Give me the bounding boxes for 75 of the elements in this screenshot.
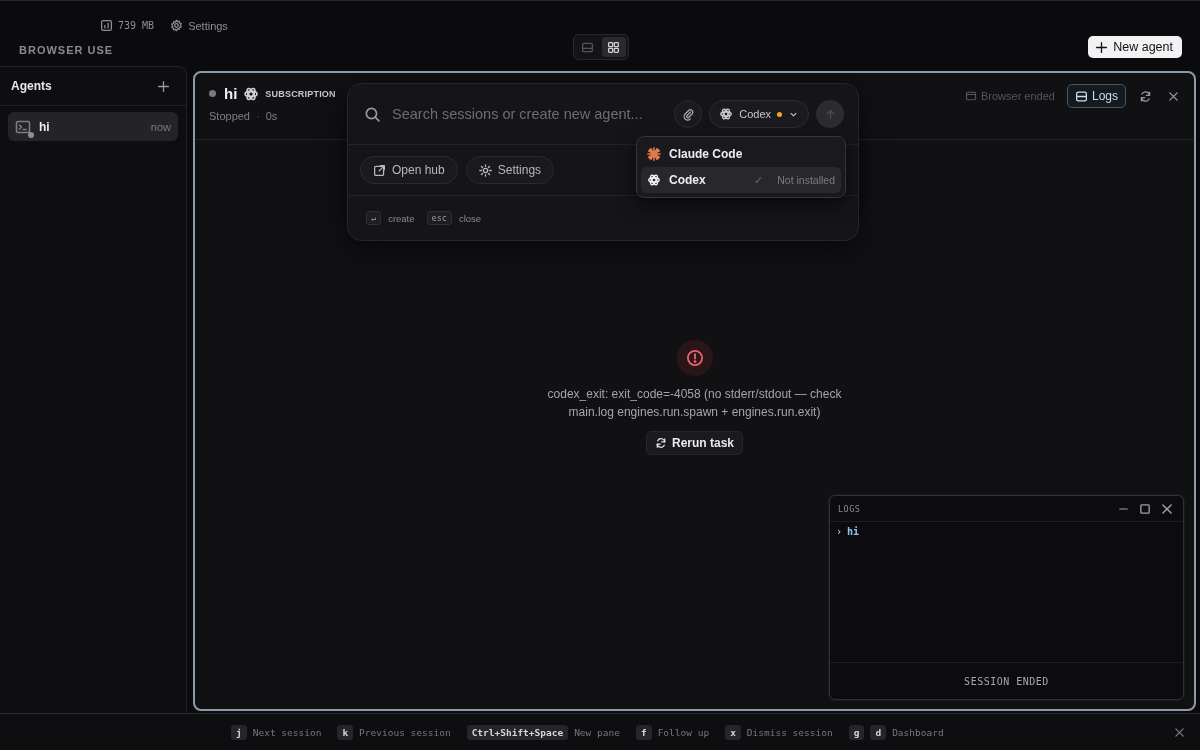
action-button[interactable]: Open hub (360, 156, 458, 184)
rows-icon (1074, 89, 1088, 103)
menu-item[interactable]: Claude Code (641, 141, 841, 167)
key-cap: d (870, 724, 887, 740)
action-button[interactable]: Settings (465, 156, 555, 184)
status-dot (209, 90, 216, 97)
alert-icon (685, 349, 704, 367)
error-message: codex_exit: exit_code=-4058 (no stderr/stdout — check main.log engines.run.spawn + engines.run.exit) (546, 386, 843, 421)
key-cap: k (337, 724, 354, 740)
close-icon (1172, 725, 1186, 739)
hint-label: create (388, 212, 415, 224)
agent-name: hi (39, 119, 51, 134)
hint-label: close (458, 212, 482, 224)
starburst-icon (647, 147, 661, 161)
minimize-icon (1118, 507, 1128, 510)
grid-icon (607, 40, 620, 54)
maximize-icon (1140, 503, 1150, 514)
separator-dot: · (256, 110, 260, 122)
paperclip-icon (681, 107, 695, 121)
shortcut-label: Previous session (359, 726, 451, 738)
key-hint: esc (426, 211, 452, 225)
knot-icon (719, 107, 734, 121)
attach-button[interactable] (674, 100, 703, 128)
key-cap: g (848, 724, 865, 740)
browser-status: Browser ended (964, 90, 1055, 102)
external-link-icon (373, 163, 386, 177)
engine-selector[interactable]: Codex (709, 100, 809, 128)
menu-item[interactable]: Codex ✓ Not installed (641, 167, 841, 193)
agent-time: now (150, 120, 171, 133)
memory-usage: 739 MB (118, 20, 155, 31)
settings-icon (478, 163, 492, 177)
close-icon (1166, 89, 1180, 103)
refresh-icon (1138, 89, 1152, 103)
logs-button[interactable]: Logs (1066, 84, 1126, 108)
knot-icon (647, 173, 661, 187)
refresh-icon (655, 437, 667, 449)
rerun-button[interactable]: Rerun task (646, 431, 743, 455)
shortcut-label: Next session (252, 726, 322, 738)
key-hint: ↵ (366, 211, 382, 225)
app-title: BROWSER USE (19, 43, 115, 56)
close-icon (1162, 503, 1172, 514)
layout-button[interactable] (601, 37, 626, 57)
chart-icon (100, 19, 113, 32)
plus-icon (156, 79, 170, 93)
shortcut-label: Dismiss session (746, 726, 833, 738)
settings-link[interactable]: Settings (170, 19, 228, 32)
shortcut-label: Dashboard (892, 726, 944, 738)
search-field[interactable]: Search sessions or create new agent... (390, 105, 668, 123)
check-mark: ✓ (754, 173, 764, 187)
agent-item[interactable]: hi now (8, 112, 178, 141)
plus-icon (1095, 40, 1109, 54)
terminal-icon (15, 118, 31, 135)
shortcut-label: New pane (574, 726, 620, 738)
session-ended-label: SESSION ENDED (830, 662, 1183, 699)
session-status: Stopped (209, 110, 250, 122)
key-cap: x (725, 724, 741, 740)
plan-label: SUBSCRIPTION (265, 88, 336, 99)
key-cap: Ctrl+Shift+Space (466, 724, 569, 740)
status-dot (28, 131, 34, 138)
prompt-marker: › (836, 526, 843, 537)
logs-title: LOGS (838, 503, 861, 514)
shortcut-label: Follow up (657, 726, 710, 738)
log-line: hi (847, 526, 860, 537)
window-icon (964, 90, 977, 102)
search-icon (364, 105, 381, 123)
settings-icon (170, 19, 184, 32)
install-note: Not installed (777, 174, 835, 186)
sidebar-title: Agents (11, 79, 52, 93)
session-title: hi (224, 85, 238, 102)
new-agent-button[interactable]: New agent (1088, 36, 1182, 58)
key-cap: j (231, 724, 247, 740)
panel-icon (581, 40, 594, 54)
session-duration: 0s (265, 110, 278, 122)
key-cap: f (635, 724, 652, 740)
knot-icon (243, 85, 260, 102)
